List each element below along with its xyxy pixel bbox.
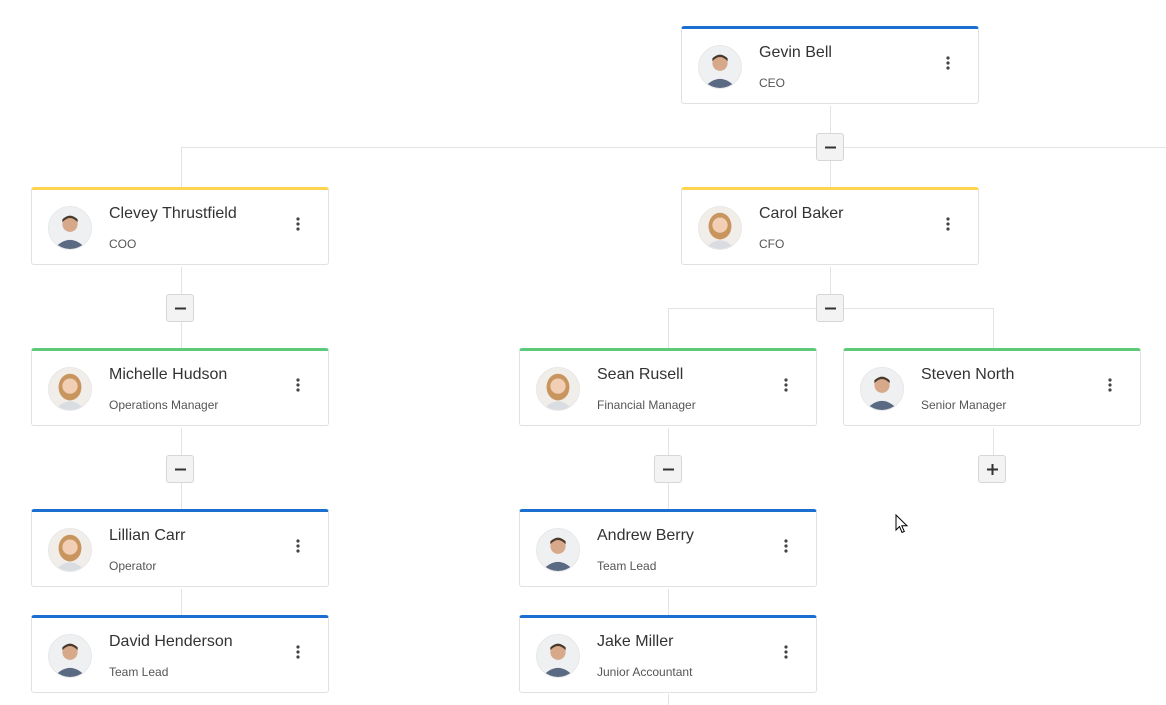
more-vertical-icon[interactable]	[286, 534, 310, 558]
connector-line	[181, 147, 182, 187]
employee-title: Team Lead	[109, 665, 169, 679]
connector-line	[668, 589, 669, 616]
minus-icon	[174, 307, 186, 309]
employee-title: Junior Accountant	[597, 665, 693, 679]
employee-name: Carol Baker	[759, 205, 844, 222]
connector-line	[181, 589, 182, 616]
employee-name: Lillian Carr	[109, 527, 186, 544]
avatar	[860, 367, 904, 411]
more-vertical-icon[interactable]	[286, 212, 310, 236]
org-card-carol[interactable]: Carol Baker CFO	[681, 187, 979, 265]
employee-title: Operations Manager	[109, 398, 219, 412]
org-card-clevey[interactable]: Clevey Thrustfield COO	[31, 187, 329, 265]
avatar	[698, 45, 742, 89]
avatar	[698, 206, 742, 250]
employee-name: David Henderson	[109, 633, 233, 650]
more-vertical-icon[interactable]	[774, 640, 798, 664]
employee-title: Operator	[109, 559, 157, 573]
minus-icon	[662, 468, 674, 470]
minus-icon	[824, 146, 836, 148]
employee-name: Michelle Hudson	[109, 366, 228, 383]
org-card-andrew[interactable]: Andrew Berry Team Lead	[519, 509, 817, 587]
employee-name: Steven North	[921, 366, 1015, 383]
collapse-button[interactable]	[654, 455, 682, 483]
collapse-button[interactable]	[816, 133, 844, 161]
more-vertical-icon[interactable]	[936, 51, 960, 75]
employee-name: Sean Rusell	[597, 366, 684, 383]
collapse-button[interactable]	[166, 294, 194, 322]
employee-name: Clevey Thrustfield	[109, 205, 237, 222]
employee-title: CEO	[759, 76, 786, 90]
connector-line	[668, 308, 669, 349]
connector-line	[668, 694, 669, 705]
avatar	[48, 367, 92, 411]
avatar	[48, 206, 92, 250]
employee-title: Financial Manager	[597, 398, 696, 412]
more-vertical-icon[interactable]	[286, 640, 310, 664]
employee-title: COO	[109, 237, 137, 251]
avatar	[48, 528, 92, 572]
expand-button[interactable]	[978, 455, 1006, 483]
avatar	[536, 367, 580, 411]
more-vertical-icon[interactable]	[936, 212, 960, 236]
connector-line	[993, 308, 994, 349]
org-card-michelle[interactable]: Michelle Hudson Operations Manager	[31, 348, 329, 426]
employee-name: Andrew Berry	[597, 527, 694, 544]
employee-title: Senior Manager	[921, 398, 1007, 412]
minus-icon	[174, 468, 186, 470]
org-card-gevin[interactable]: Gevin Bell CEO	[681, 26, 979, 104]
avatar	[536, 528, 580, 572]
more-vertical-icon[interactable]	[1098, 373, 1122, 397]
employee-title: CFO	[759, 237, 785, 251]
connector-line	[181, 147, 1166, 148]
org-chart: Gevin Bell CEO Clevey Thrustfield COO Carol …	[0, 0, 1166, 705]
minus-icon	[824, 307, 836, 309]
org-card-david[interactable]: David Henderson Team Lead	[31, 615, 329, 693]
more-vertical-icon[interactable]	[286, 373, 310, 397]
employee-title: Team Lead	[597, 559, 657, 573]
org-card-sean[interactable]: Sean Rusell Financial Manager	[519, 348, 817, 426]
connector-line	[993, 428, 994, 455]
org-card-jake[interactable]: Jake Miller Junior Accountant	[519, 615, 817, 693]
org-card-lillian[interactable]: Lillian Carr Operator	[31, 509, 329, 587]
employee-name: Jake Miller	[597, 633, 674, 650]
more-vertical-icon[interactable]	[774, 373, 798, 397]
org-card-steven[interactable]: Steven North Senior Manager	[843, 348, 1141, 426]
avatar	[536, 634, 580, 678]
collapse-button[interactable]	[166, 455, 194, 483]
collapse-button[interactable]	[816, 294, 844, 322]
more-vertical-icon[interactable]	[774, 534, 798, 558]
mouse-cursor-icon	[895, 513, 909, 534]
avatar	[48, 634, 92, 678]
plus-icon	[986, 463, 998, 475]
employee-name: Gevin Bell	[759, 44, 832, 61]
